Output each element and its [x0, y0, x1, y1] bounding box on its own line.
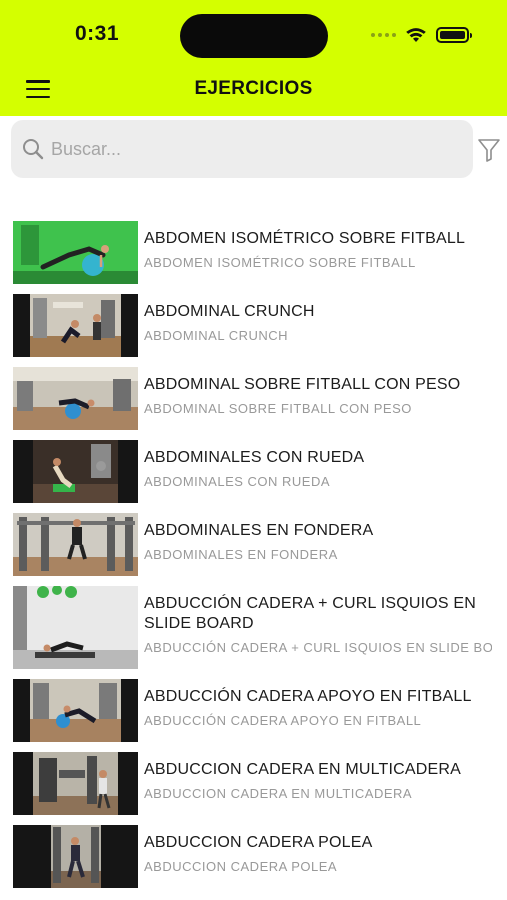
exercise-row[interactable]: ABDUCCION CADERA EN MULTICADERA ABDUCCIO…	[0, 747, 507, 820]
exercise-thumbnail	[13, 367, 138, 430]
exercise-subtitle: ABDUCCION CADERA POLEA	[144, 859, 338, 874]
search-icon	[23, 139, 44, 160]
exercise-thumbnail	[13, 825, 138, 888]
exercise-title: ABDUCCIÓN CADERA + CURL ISQUIOS EN SLIDE…	[144, 595, 477, 632]
app-header: 0:31 EJERCICIOS	[0, 0, 507, 116]
exercise-row[interactable]: ABDOMEN ISOMÉTRICO SOBRE FITBALL ABDOMEN…	[0, 216, 507, 289]
exercise-thumbnail	[13, 440, 138, 503]
filter-icon[interactable]	[477, 137, 501, 163]
exercise-thumbnail	[13, 294, 138, 357]
exercise-title: ABDUCCION CADERA POLEA	[144, 834, 373, 851]
exercise-title: ABDOMINAL SOBRE FITBALL CON PESO	[144, 376, 461, 393]
exercise-title: ABDUCCION CADERA EN MULTICADERA	[144, 761, 462, 778]
wifi-icon	[406, 28, 426, 42]
exercise-title: ABDUCCIÓN CADERA APOYO EN FITBALL	[144, 688, 472, 705]
exercise-row[interactable]: ABDUCCIÓN CADERA APOYO EN FITBALL ABDUCC…	[0, 674, 507, 747]
exercise-title: ABDOMINAL CRUNCH	[144, 303, 315, 320]
exercise-subtitle: ABDUCCIÓN CADERA APOYO EN FITBALL	[144, 713, 422, 728]
status-icons	[371, 24, 472, 46]
exercise-row[interactable]: ABDOMINALES EN FONDERA ABDOMINALES EN FO…	[0, 508, 507, 581]
exercise-title: ABDOMINALES CON RUEDA	[144, 449, 365, 466]
signal-icon	[371, 33, 396, 37]
exercise-thumbnail	[13, 221, 138, 284]
exercise-subtitle: ABDOMINAL SOBRE FITBALL CON PESO	[144, 401, 412, 416]
exercise-subtitle: ABDOMINAL CRUNCH	[144, 328, 289, 343]
exercise-row[interactable]: ABDUCCIÓN CADERA + CURL ISQUIOS EN SLIDE…	[0, 581, 507, 674]
search-input[interactable]	[51, 138, 451, 160]
exercise-thumbnail	[13, 586, 138, 669]
page-title: EJERCICIOS	[194, 78, 313, 99]
exercise-row[interactable]: ABDUCCION CADERA POLEA ABDUCCION CADERA …	[0, 820, 507, 893]
search-bar[interactable]	[11, 120, 473, 178]
exercise-thumbnail	[13, 679, 138, 742]
exercise-thumbnail	[13, 752, 138, 815]
dynamic-island	[180, 14, 328, 58]
exercise-subtitle: ABDOMINALES CON RUEDA	[144, 474, 331, 489]
exercise-title: ABDOMEN ISOMÉTRICO SOBRE FITBALL	[144, 230, 466, 247]
exercise-row[interactable]: ABDOMINALES CON RUEDA ABDOMINALES CON RU…	[0, 435, 507, 508]
exercise-row[interactable]: ABDOMINAL CRUNCH ABDOMINAL CRUNCH	[0, 289, 507, 362]
status-time: 0:31	[74, 22, 120, 45]
exercise-subtitle: ABDOMINALES EN FONDERA	[144, 547, 338, 562]
exercise-title: ABDOMINALES EN FONDERA	[144, 522, 374, 539]
exercise-subtitle: ABDUCCIÓN CADERA + CURL ISQUIOS EN SLIDE…	[144, 640, 492, 655]
exercise-thumbnail	[13, 513, 138, 576]
battery-icon	[436, 27, 472, 43]
exercise-row[interactable]: ABDOMINAL SOBRE FITBALL CON PESO ABDOMIN…	[0, 362, 507, 435]
exercise-subtitle: ABDUCCION CADERA EN MULTICADERA	[144, 786, 413, 801]
exercise-subtitle: ABDOMEN ISOMÉTRICO SOBRE FITBALL	[144, 255, 416, 270]
